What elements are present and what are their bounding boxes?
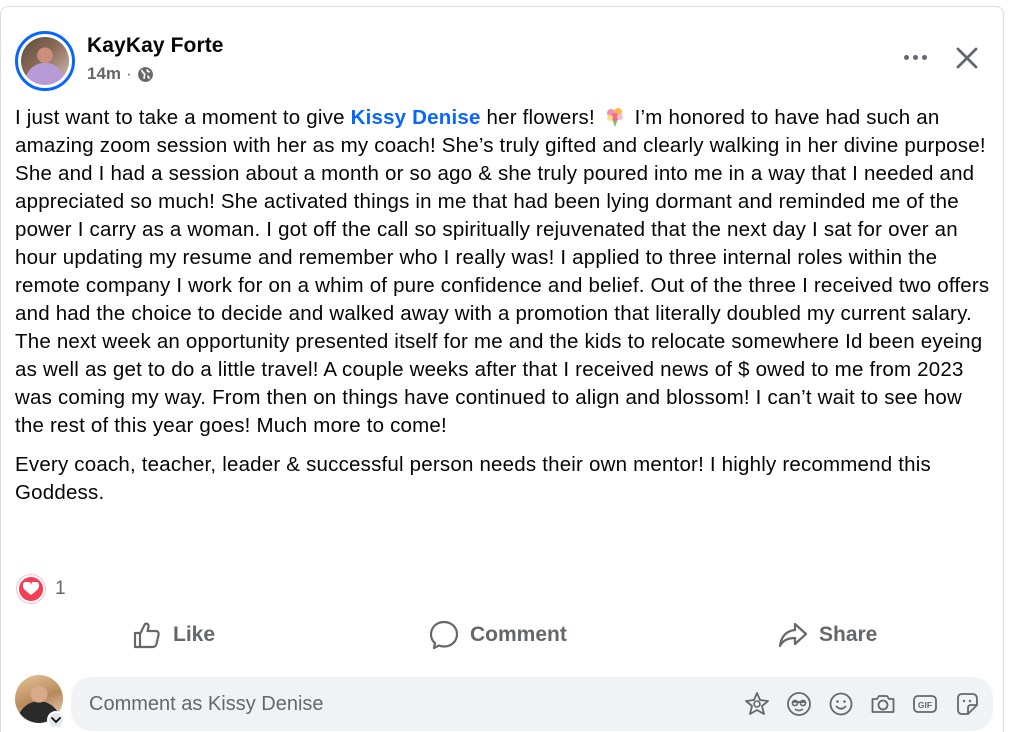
camera-icon[interactable] — [869, 690, 897, 718]
dot-icon — [912, 54, 918, 60]
reaction-count[interactable]: 1 — [55, 578, 66, 600]
dot-icon — [921, 54, 927, 60]
text-segment: her flowers! — [480, 106, 601, 129]
comment-input[interactable] — [89, 693, 689, 716]
author-name[interactable]: KayKay Forte — [87, 34, 224, 58]
share-button[interactable]: Share — [777, 613, 877, 657]
like-label: Like — [173, 623, 216, 646]
more-options-button[interactable] — [899, 43, 931, 71]
love-reaction-icon — [17, 575, 45, 603]
reaction-summary[interactable]: 1 — [17, 575, 66, 603]
author-avatar-image — [21, 37, 69, 85]
post-paragraph-2: Every coach, teacher, leader & successfu… — [15, 453, 931, 504]
close-icon[interactable] — [951, 42, 983, 74]
action-bar: Like Comment Share — [1, 613, 1005, 659]
avatar-sticker-icon[interactable] — [743, 690, 771, 718]
post-meta: 14m · — [87, 64, 154, 84]
post-text: I just want to take a moment to give Kis… — [15, 104, 995, 518]
text-segment: I’m honored to have had such an amazing … — [15, 106, 990, 437]
comment-composer[interactable]: GIF — [71, 677, 993, 731]
globe-icon[interactable] — [137, 66, 154, 83]
like-button[interactable]: Like — [131, 613, 215, 657]
svg-text:GIF: GIF — [918, 700, 932, 710]
gif-icon[interactable]: GIF — [911, 690, 939, 718]
text-segment: I just want to take a moment to give — [15, 106, 351, 129]
bouquet-emoji — [606, 108, 623, 127]
author-avatar[interactable] — [15, 31, 75, 91]
comment-bubble-icon — [429, 620, 459, 650]
mention-link[interactable]: Kissy Denise — [351, 106, 481, 129]
share-arrow-icon — [778, 622, 808, 648]
post-time[interactable]: 14m — [87, 64, 121, 84]
emoji-icon[interactable] — [827, 690, 855, 718]
share-label: Share — [819, 623, 878, 646]
comment-label: Comment — [470, 623, 567, 646]
meta-separator: · — [126, 64, 132, 83]
chevron-down-icon[interactable] — [47, 711, 65, 729]
post-paragraph-1: I just want to take a moment to give Kis… — [15, 104, 995, 440]
comment-button[interactable]: Comment — [428, 613, 567, 657]
avatar-emoji-icon[interactable] — [785, 690, 813, 718]
dot-icon — [903, 54, 909, 60]
sticker-icon[interactable] — [953, 690, 981, 718]
post-card: KayKay Forte 14m · I just want to take a… — [0, 6, 1004, 732]
thumbs-up-icon — [133, 622, 160, 649]
